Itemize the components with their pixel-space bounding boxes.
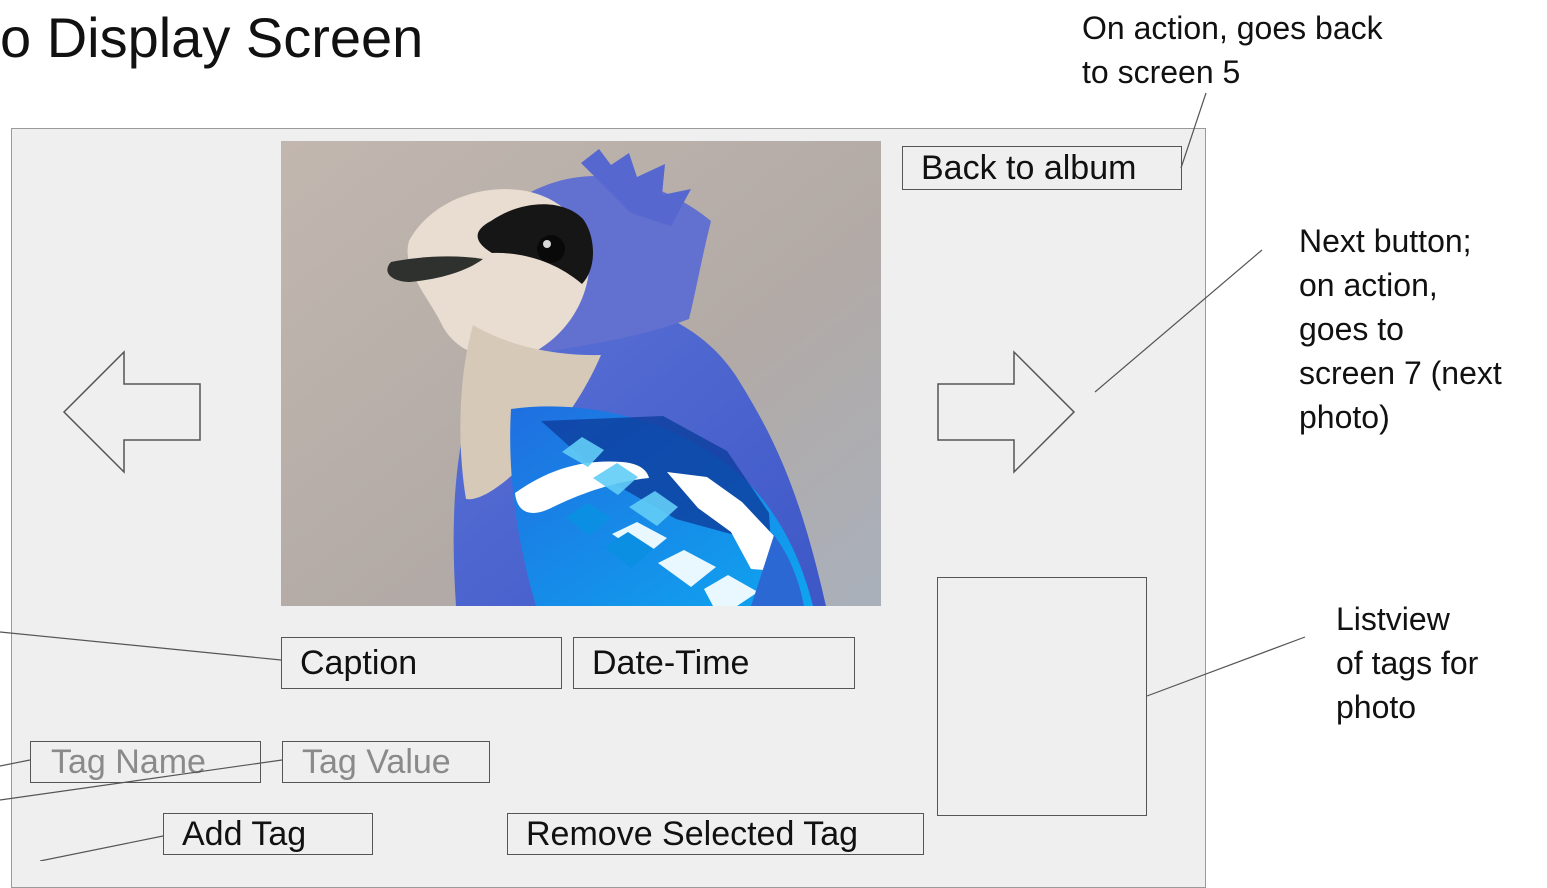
tag-name-input[interactable]: Tag Name	[30, 741, 261, 783]
annotation-next-line-3: goes to	[1299, 311, 1404, 347]
back-to-album-button[interactable]: Back to album	[902, 146, 1182, 190]
date-time-field: Date-Time	[573, 637, 855, 689]
add-tag-button[interactable]: Add Tag	[163, 813, 373, 855]
caption-field: Caption	[281, 637, 562, 689]
annotation-back: On action, goes back to screen 5	[1082, 6, 1383, 94]
annotation-listview: Listview of tags for photo	[1336, 597, 1478, 729]
annotation-next: Next button; on action, goes to screen 7…	[1299, 219, 1502, 439]
tag-value-input[interactable]: Tag Value	[282, 741, 490, 783]
annotation-listview-line-1: Listview	[1336, 601, 1450, 637]
annotation-listview-line-2: of tags for	[1336, 645, 1479, 681]
photo	[281, 141, 881, 606]
annotation-next-line-5: photo)	[1299, 399, 1390, 435]
tag-value-placeholder: Tag Value	[302, 743, 451, 781]
annotation-next-line-2: on action,	[1299, 267, 1438, 303]
caption-text: Caption	[300, 644, 418, 682]
add-tag-label: Add Tag	[182, 815, 307, 853]
annotation-next-line-1: Next button;	[1299, 223, 1472, 259]
annotation-next-line-4: screen 7 (next	[1299, 355, 1502, 391]
date-time-text: Date-Time	[592, 644, 750, 682]
page-title: o Display Screen	[0, 6, 424, 69]
annotation-back-line-2: to screen 5	[1082, 54, 1241, 90]
right-arrow-icon[interactable]	[936, 350, 1076, 474]
remove-selected-tag-button[interactable]: Remove Selected Tag	[507, 813, 924, 855]
tag-name-placeholder: Tag Name	[51, 743, 206, 781]
back-to-album-label: Back to album	[921, 149, 1137, 187]
tag-listview[interactable]	[937, 577, 1147, 816]
left-arrow-icon[interactable]	[62, 350, 202, 474]
remove-selected-tag-label: Remove Selected Tag	[526, 815, 859, 853]
annotation-listview-line-3: photo	[1336, 689, 1417, 725]
annotation-back-line-1: On action, goes back	[1082, 10, 1383, 46]
